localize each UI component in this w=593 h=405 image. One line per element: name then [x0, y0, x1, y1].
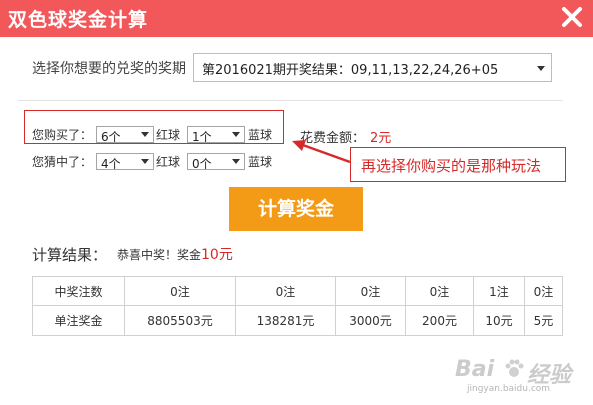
cost-value: 2元	[370, 131, 392, 146]
bought-red-value: 6个	[101, 130, 121, 144]
annotation-text: 再选择你购买的是那种玩法	[361, 157, 542, 175]
row-header: 中奖注数	[32, 276, 125, 306]
bought-red-unit: 红球	[156, 128, 181, 142]
table-cell: 0注	[405, 276, 474, 306]
paw-icon	[505, 359, 524, 377]
table-row: 单注奖金 8805503元 138281元 3000元 200元 10元 5元	[32, 305, 563, 336]
annotation-callout: 再选择你购买的是那种玩法	[350, 147, 566, 182]
result-amount: 10元	[201, 247, 233, 263]
table-cell: 1注	[473, 276, 525, 306]
table-cell: 0注	[524, 276, 563, 306]
table-cell: 138281元	[235, 305, 336, 336]
bought-blue-unit: 蓝球	[248, 128, 273, 142]
chevron-down-icon	[232, 159, 240, 164]
period-select-value: 第2016021期开奖结果：09,11,13,22,24,26+05	[202, 63, 499, 78]
prize-calculator-dialog: 双色球奖金计算 选择你想要的兑奖的奖期 第2016021期开奖结果：09,11,…	[0, 0, 593, 405]
matched-red-unit: 红球	[156, 155, 181, 169]
matched-label: 您猜中了：	[32, 155, 93, 169]
period-select[interactable]: 第2016021期开奖结果：09,11,13,22,24,26+05	[193, 53, 552, 82]
chevron-down-icon	[232, 132, 240, 137]
table-row: 中奖注数 0注 0注 0注 0注 1注 0注	[32, 276, 563, 306]
matched-red-select[interactable]: 4个	[96, 153, 154, 171]
period-label: 选择你想要的兑奖的奖期	[32, 61, 186, 77]
bought-blue-value: 1个	[192, 130, 212, 144]
result-message: 恭喜中奖！奖金	[117, 248, 202, 262]
divider	[18, 100, 563, 101]
arrow-icon	[292, 140, 351, 164]
table-cell: 5元	[524, 305, 563, 336]
bought-blue-select[interactable]: 1个	[187, 126, 245, 144]
chevron-down-icon	[141, 132, 149, 137]
chevron-down-icon	[537, 66, 545, 71]
title-bar: 双色球奖金计算	[0, 0, 593, 37]
matched-red-value: 4个	[101, 157, 121, 171]
table-cell: 0注	[124, 276, 236, 306]
table-cell: 0注	[235, 276, 336, 306]
prize-table: 中奖注数 0注 0注 0注 0注 1注 0注 单注奖金 8805503元 138…	[32, 276, 563, 336]
table-cell: 8805503元	[124, 305, 236, 336]
matched-blue-unit: 蓝球	[248, 155, 273, 169]
table-cell: 200元	[405, 305, 474, 336]
table-cell: 0注	[335, 276, 406, 306]
row-header: 单注奖金	[32, 305, 125, 336]
watermark-brand: Bai	[455, 357, 495, 382]
bought-red-select[interactable]: 6个	[96, 126, 154, 144]
chevron-down-icon	[141, 159, 149, 164]
watermark-url: jingyan.baidu.com	[467, 384, 551, 394]
dialog-title: 双色球奖金计算	[8, 9, 149, 31]
watermark: Bai 经验 jingyan.baidu.com	[445, 355, 585, 400]
matched-blue-value: 0个	[192, 157, 212, 171]
bought-label: 您购买了：	[32, 128, 93, 142]
close-icon[interactable]	[561, 6, 583, 28]
matched-blue-select[interactable]: 0个	[187, 153, 245, 171]
table-cell: 10元	[473, 305, 525, 336]
calculate-button[interactable]: 计算奖金	[229, 187, 363, 231]
table-cell: 3000元	[335, 305, 406, 336]
result-label: 计算结果：	[32, 246, 108, 264]
